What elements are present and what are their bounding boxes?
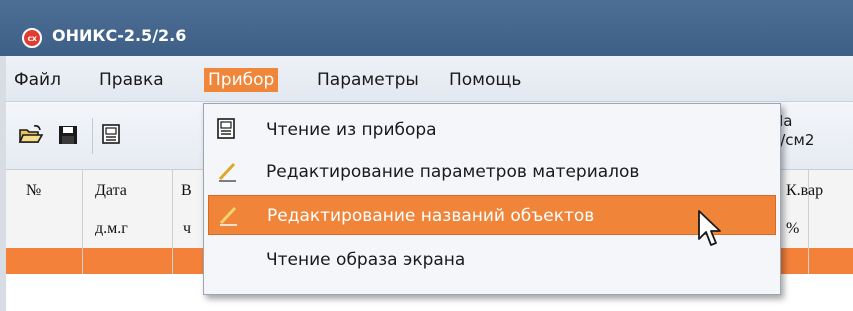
menu-help[interactable]: Помощь bbox=[445, 68, 525, 92]
unit-time: ч bbox=[183, 220, 192, 237]
unit-date: д.м.г bbox=[95, 220, 128, 237]
title-bar[interactable]: cx ОНИКС-2.5/2.6 bbox=[0, 0, 853, 56]
menu-item-label: Чтение из прибора bbox=[266, 120, 437, 140]
app-logo-label: cx bbox=[27, 33, 37, 43]
menu-device[interactable]: Прибор bbox=[204, 68, 279, 92]
menu-item-label: Редактирование параметров материалов bbox=[266, 162, 640, 182]
menu-item-edit-object-names[interactable]: Редактирование названий объектов bbox=[208, 195, 776, 235]
menu-item-edit-materials[interactable]: Редактирование параметров материалов bbox=[208, 152, 776, 192]
column-header-time[interactable]: В bbox=[181, 182, 192, 200]
toolbar-separator bbox=[92, 118, 93, 154]
menu-item-read-from-device[interactable]: Чтение из прибора bbox=[208, 110, 776, 150]
column-divider bbox=[82, 170, 83, 274]
window-title: ОНИКС-2.5/2.6 bbox=[52, 26, 187, 45]
menu-file[interactable]: Файл bbox=[10, 68, 65, 92]
app-window: cx ОНИКС-2.5/2.6 Файл Правка Прибор Пара… bbox=[0, 0, 853, 311]
column-divider bbox=[172, 170, 173, 274]
column-header-date[interactable]: Дата bbox=[95, 182, 127, 200]
menu-item-read-screen-image[interactable]: Чтение образа экрана bbox=[208, 240, 776, 280]
app-logo-icon: cx bbox=[22, 28, 42, 48]
unit-variation: % bbox=[786, 220, 800, 237]
pencil-icon bbox=[219, 206, 237, 226]
menu-parameters[interactable]: Параметры bbox=[313, 68, 423, 92]
mouse-cursor-icon bbox=[698, 210, 721, 246]
menu-edit[interactable]: Правка bbox=[95, 68, 168, 92]
menu-item-label: Редактирование названий объектов bbox=[267, 206, 595, 226]
menu-bar: Файл Правка Прибор Параметры Помощь bbox=[0, 56, 853, 102]
pencil-icon bbox=[218, 162, 236, 182]
device-menu-dropdown: Чтение из прибора Редактирование парамет… bbox=[203, 103, 781, 295]
save-icon[interactable] bbox=[56, 124, 82, 146]
menu-item-label: Чтение образа экрана bbox=[266, 250, 466, 270]
open-folder-icon[interactable] bbox=[18, 124, 44, 146]
device-read-icon bbox=[217, 118, 235, 139]
column-header-number[interactable]: № bbox=[26, 182, 41, 200]
window-left-frame bbox=[0, 56, 6, 311]
device-icon[interactable] bbox=[100, 124, 126, 146]
column-header-variation[interactable]: К.вар bbox=[786, 182, 823, 200]
